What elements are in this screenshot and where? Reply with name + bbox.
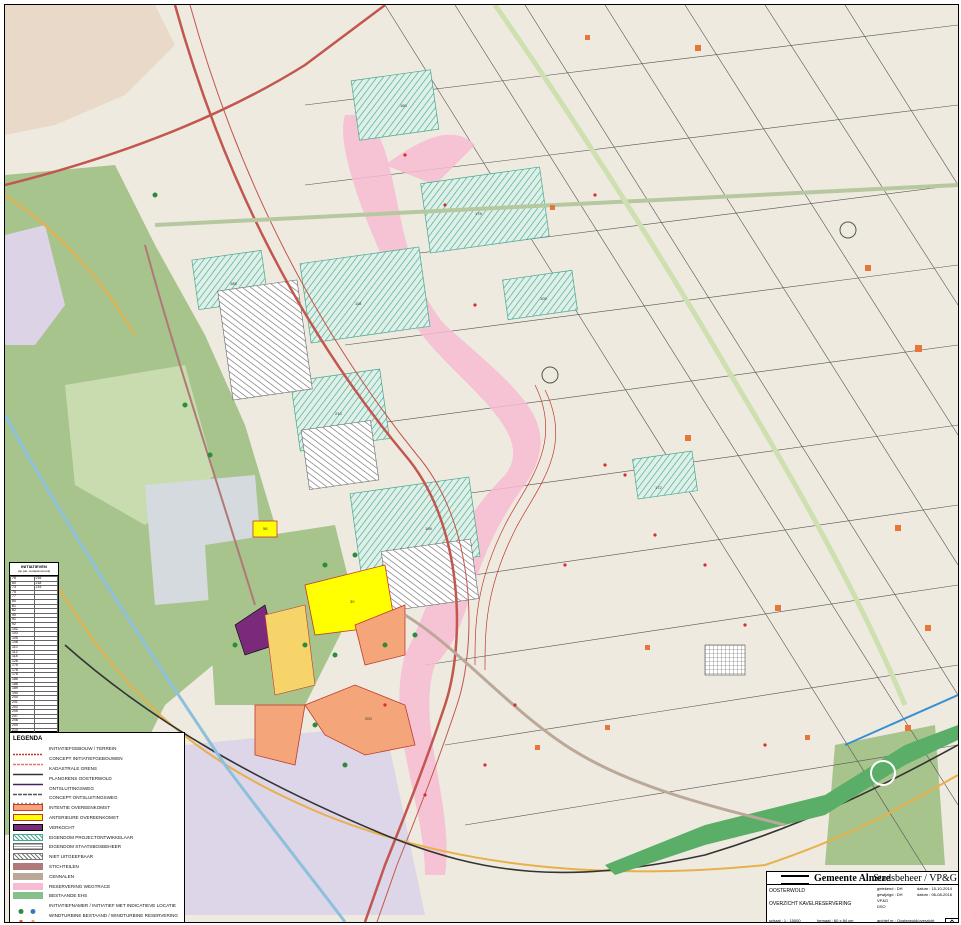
legend-item: PLANGRENS OOSTERWOLD (13, 773, 181, 785)
roundabout (839, 221, 857, 239)
legend-label: CENNALEN (49, 873, 75, 879)
drawing-format: formaat : 60 x 84 cm (817, 918, 854, 923)
archive-number: archief nr : Oosterwold/overzicht (877, 918, 935, 923)
legend-label: VERKOCHT (49, 824, 75, 830)
legend-title: LEGENDA (13, 736, 43, 742)
legend-item: INITIATIEFGEBOUW / TERREIN (13, 744, 181, 756)
regional-road (154, 183, 958, 227)
legend-item: NIET UITGEEFBAAR (13, 852, 181, 862)
legend-item: BESTAANDE EHS (13, 891, 181, 901)
legend-label: ANTERIEURE OVEREENKOMST (49, 814, 119, 820)
title-block: Gemeente Almere Stadsbeheer / VP&G OOSTE… (766, 871, 958, 923)
legend-symbol-icon (13, 745, 43, 756)
drawing-subject: OVERZICHT KAVELRESERVERING (769, 901, 852, 907)
legend-symbol-icon (13, 882, 43, 890)
department-name: Stadsbeheer / VP&G (873, 873, 957, 884)
plot-label: 185 (230, 281, 237, 286)
legend-panel: LEGENDA INITIATIEFGEBOUW / TERREIN CONCEP… (9, 732, 185, 922)
map-frame[interactable]: 30 58 172 160 178 118 185 210 109 198 20… (4, 4, 959, 923)
project-name: OOSTERWOLD (769, 888, 806, 894)
plot-label: 178 (475, 211, 482, 216)
initiatives-panel: INITIATIEVEN (op par. contactmoment) 78 2… (9, 562, 59, 734)
legend-symbol-icon (13, 912, 43, 922)
plot-label: 172 (655, 485, 662, 490)
title-block-header: Gemeente Almere Stadsbeheer / VP&G (767, 872, 958, 885)
drawn-by: getekend : DH (877, 886, 903, 891)
municipality-logo-icon (781, 875, 809, 884)
legend-item: STICHTEILEN (13, 862, 181, 872)
changed-by: gewijzigd : DH (877, 892, 903, 897)
plot-label: 30 (350, 599, 355, 604)
date-drawn: datum : 15-10-2014 (917, 886, 952, 891)
legend-symbol-icon (13, 785, 43, 795)
plot-label: 210 (335, 411, 342, 416)
legend-symbol-icon (13, 804, 43, 812)
status-label: VP&G (877, 898, 889, 903)
legend-item: INTENTIE OVEREENKOMST (13, 803, 181, 813)
legend-item: RESERVERING WEGTRACE (13, 881, 181, 891)
legend-label: PLANGRENS OOSTERWOLD (49, 775, 112, 781)
legend-item: VERKOCHT (13, 822, 181, 832)
legend-symbol-icon (13, 813, 43, 821)
initiatives-header: INITIATIEVEN (op par. contactmoment) (10, 563, 58, 576)
legend-item: WINDTURBINE BESTAAND / WINDTURBINE RESER… (13, 911, 181, 922)
legend-symbol-icon (13, 765, 43, 776)
legend-symbol-icon (13, 775, 43, 785)
legend-rows: INITIATIEFGEBOUW / TERREIN CONCEPT INITIA… (13, 744, 181, 922)
legend-label: EIGENDOM PROJECTONTWIKKELAAR (49, 834, 134, 840)
legend-label: CONCEPT INITIATIEFGEBOUWEN (49, 756, 123, 762)
legend-label: STICHTEILEN (49, 863, 79, 869)
legend-label: INTENTIE OVEREENKOMST (49, 805, 111, 811)
plot-label: 198 (425, 526, 432, 531)
legend-label: NIET UITGEEFBAAR (49, 854, 94, 860)
legend-label: CONCEPT ONTSLUITINGSWEG (49, 795, 118, 801)
legend-item: ONTSLUITINGSWEG (13, 783, 181, 795)
legend-item: EIGENDOM PROJECTONTWIKKELAAR (13, 832, 181, 842)
plot-label: 58 (263, 526, 268, 531)
legend-item: CENNALEN (13, 871, 181, 881)
legend-label: INITIATIEFGEBOUW / TERREIN (49, 746, 117, 752)
legend-symbol-icon (13, 862, 43, 870)
reserved-route-branch (385, 134, 475, 185)
legend-item: ANTERIEURE OVEREENKOMST (13, 813, 181, 823)
legend-item: INITIATIEFNAMER / INITIATIEF MET INDICAT… (13, 901, 181, 915)
north-arrow-icon (945, 918, 958, 922)
legend-symbol-icon (13, 853, 43, 861)
drawing-scale: schaal : 1 : 15000 (769, 918, 801, 923)
ecological-corridor (492, 5, 908, 706)
date-changed: datum : 06-08-2016 (917, 892, 952, 897)
urban-area (5, 5, 175, 135)
legend-label: BESTAANDE EHS (49, 893, 88, 899)
staatsbosbeheer-plot (704, 644, 746, 676)
plot-label: 200 (365, 716, 372, 721)
legend-symbol-icon (13, 833, 43, 841)
legend-symbol-icon (13, 823, 43, 831)
legend-item: CONCEPT INITIATIEFGEBOUWEN (13, 754, 181, 766)
legend-symbol-icon (13, 755, 43, 766)
legend-item: KADASTRALE GRENS (13, 764, 181, 776)
legend-item: EIGENDOM STAATSBOSBEHEER (13, 842, 181, 852)
legend-label: EIGENDOM STAATSBOSBEHEER (49, 844, 122, 850)
initiatives-table: 78 216 60 218 73 219 75 77 80 81 82 90 91 92 102 103 105… (10, 576, 58, 734)
plot-label: 118 (355, 301, 362, 306)
initiatives-subtitle: (op par. contactmoment) (17, 569, 51, 573)
legend-symbol-icon (13, 794, 43, 805)
legend-item: CONCEPT ONTSLUITINGSWEG (13, 793, 181, 805)
plot-label: 160 (400, 103, 407, 108)
dso-label: DSO (877, 904, 886, 909)
building-markers (535, 35, 931, 750)
legend-symbol-icon (13, 892, 43, 900)
legend-symbol-icon (13, 843, 43, 851)
legend-symbol-icon (13, 872, 43, 880)
legend-label: INITIATIEFNAMER / INITIATIEF MET INDICAT… (49, 903, 176, 909)
legend-label: KADASTRALE GRENS (49, 765, 97, 771)
legend-label: ONTSLUITINGSWEG (49, 785, 94, 791)
legend-label: RESERVERING WEGTRACE (49, 883, 111, 889)
plot-label: 109 (540, 296, 547, 301)
legend-symbol-icon (13, 902, 43, 915)
title-block-body: OOSTERWOLD OVERZICHT KAVELRESERVERING sc… (767, 885, 958, 923)
legend-label: WINDTURBINE BESTAAND / WINDTURBINE RESER… (49, 912, 178, 918)
roundabout (541, 366, 559, 384)
